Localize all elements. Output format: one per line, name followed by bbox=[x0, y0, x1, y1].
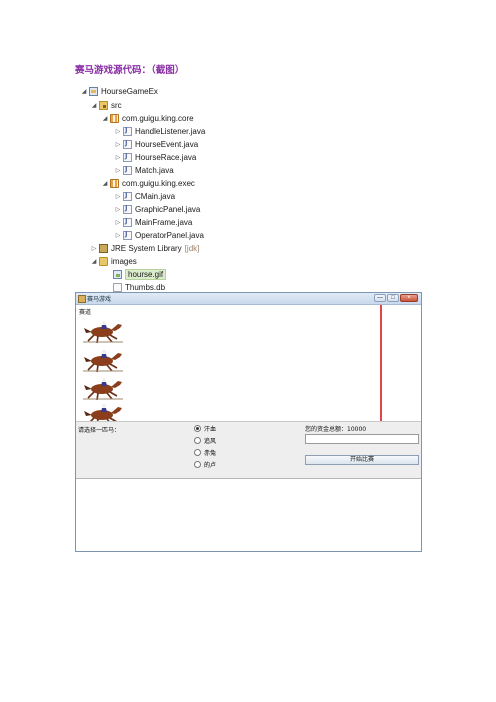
tree-item-label: hourse.gif bbox=[125, 268, 167, 280]
expand-arrow-icon[interactable]: ◢ bbox=[101, 180, 109, 187]
race-track: 赛道 bbox=[76, 305, 421, 427]
image-file-icon bbox=[113, 269, 122, 279]
expand-arrow-icon[interactable]: ◢ bbox=[90, 102, 98, 109]
tree-item-label: com.guigu.king.core bbox=[122, 113, 194, 123]
collapse-arrow-icon[interactable]: ▷ bbox=[114, 206, 122, 213]
tree-item-file[interactable]: ▷ HandleListener.java bbox=[114, 125, 205, 137]
close-button[interactable]: × bbox=[400, 294, 418, 302]
balance-label: 您的资金总额：10000 bbox=[305, 426, 367, 433]
package-icon bbox=[110, 178, 119, 188]
collapse-arrow-icon[interactable]: ▷ bbox=[114, 167, 122, 174]
tree-item-label: MainFrame.java bbox=[135, 217, 193, 227]
tree-item-label: src bbox=[111, 100, 122, 110]
library-icon bbox=[99, 243, 108, 253]
tree-item-file[interactable]: ▷ CMain.java bbox=[114, 190, 175, 202]
tree-item-label: OperatorPanel.java bbox=[135, 230, 204, 240]
tree-item-package-core[interactable]: ◢ com.guigu.king.core bbox=[101, 112, 194, 124]
collapse-arrow-icon[interactable]: ▷ bbox=[114, 219, 122, 226]
tree-item-label: Match.java bbox=[135, 165, 174, 175]
tree-item-label: JRE System Library bbox=[111, 243, 182, 253]
track-label: 赛道 bbox=[79, 309, 92, 316]
tree-item-file-selected[interactable]: hourse.gif bbox=[112, 268, 167, 280]
radio-label: 追风 bbox=[204, 438, 217, 445]
tree-item-label: HourseEvent.java bbox=[135, 139, 199, 149]
expand-arrow-icon[interactable]: ◢ bbox=[101, 115, 109, 122]
horse-radio-option[interactable]: 赤兔 bbox=[194, 448, 216, 457]
window-titlebar[interactable]: 赛马游戏 — □ × bbox=[76, 293, 421, 305]
tree-item-label: CMain.java bbox=[135, 191, 176, 201]
java-file-icon bbox=[123, 165, 132, 175]
radio-label: 汗血 bbox=[204, 426, 217, 433]
minimize-button[interactable]: — bbox=[374, 294, 386, 302]
tree-item-file[interactable]: ▷ MainFrame.java bbox=[114, 216, 192, 228]
tree-item-package-exec[interactable]: ◢ com.guigu.king.exec bbox=[101, 177, 195, 189]
file-icon bbox=[113, 282, 122, 292]
tree-item-images[interactable]: ◢ images bbox=[90, 255, 137, 267]
horse-icon bbox=[83, 321, 123, 344]
finish-line bbox=[380, 305, 382, 421]
radio-label: 赤兔 bbox=[204, 450, 217, 457]
tree-item-file[interactable]: ▷ HourseRace.java bbox=[114, 151, 196, 163]
horse-radio-option[interactable]: 追风 bbox=[194, 436, 216, 445]
app-icon bbox=[78, 295, 86, 303]
tree-item-file[interactable]: ▷ HourseEvent.java bbox=[114, 138, 198, 150]
tree-item-file[interactable]: ▷ Match.java bbox=[114, 164, 174, 176]
radio-selected-icon[interactable] bbox=[194, 425, 201, 432]
tree-item-file[interactable]: ▷ OperatorPanel.java bbox=[114, 229, 204, 241]
folder-icon bbox=[99, 256, 108, 266]
tree-item-label: images bbox=[111, 256, 137, 266]
tree-item-label: HourseRace.java bbox=[135, 152, 197, 162]
jdk-tag: [jdk] bbox=[184, 243, 200, 253]
tree-item-src[interactable]: ◢ src bbox=[90, 99, 122, 111]
tree-item-label: com.guigu.king.exec bbox=[122, 178, 195, 188]
start-race-button[interactable]: 开始比赛 bbox=[305, 455, 419, 465]
expand-arrow-icon[interactable]: ◢ bbox=[90, 258, 98, 265]
package-icon bbox=[110, 113, 119, 123]
java-file-icon bbox=[123, 204, 132, 214]
horse-radio-option[interactable]: 汗血 bbox=[194, 424, 216, 433]
radio-icon[interactable] bbox=[194, 437, 201, 444]
tree-item-jre-library[interactable]: ▷ JRE System Library [jdk] bbox=[90, 242, 199, 254]
horse-icon bbox=[83, 378, 123, 401]
java-file-icon bbox=[123, 152, 132, 162]
collapse-arrow-icon[interactable]: ▷ bbox=[114, 232, 122, 239]
operator-panel: 请选择一匹马： 汗血 追风 赤兔 的卢 您的资金总额：10000 开始比赛 bbox=[76, 422, 421, 479]
tree-item-label: HourseGameEx bbox=[101, 86, 158, 96]
java-file-icon bbox=[123, 191, 132, 201]
bet-amount-input[interactable] bbox=[305, 434, 419, 444]
expand-arrow-icon[interactable]: ◢ bbox=[80, 88, 88, 95]
collapse-arrow-icon[interactable]: ▷ bbox=[90, 245, 98, 252]
tree-item-label: HandleListener.java bbox=[135, 126, 206, 136]
tree-item-project[interactable]: ◢ HourseGameEx bbox=[80, 85, 158, 97]
collapse-arrow-icon[interactable]: ▷ bbox=[114, 154, 122, 161]
package-explorer-tree: ◢ HourseGameEx ◢ src ◢ com.guigu.king.co… bbox=[0, 0, 496, 300]
collapse-arrow-icon[interactable]: ▷ bbox=[114, 141, 122, 148]
java-file-icon bbox=[123, 139, 132, 149]
java-file-icon bbox=[123, 217, 132, 227]
tree-item-file[interactable]: ▷ GraphicPanel.java bbox=[114, 203, 200, 215]
radio-icon[interactable] bbox=[194, 449, 201, 456]
java-project-icon bbox=[89, 86, 98, 96]
output-area bbox=[76, 479, 421, 551]
collapse-arrow-icon[interactable]: ▷ bbox=[114, 128, 122, 135]
java-file-icon bbox=[123, 230, 132, 240]
horse-icon bbox=[83, 350, 123, 373]
choose-horse-label: 请选择一匹马： bbox=[78, 427, 121, 434]
horse-radio-option[interactable]: 的卢 bbox=[194, 460, 216, 469]
maximize-button[interactable]: □ bbox=[387, 294, 399, 302]
source-folder-icon bbox=[99, 100, 108, 110]
tree-item-label: GraphicPanel.java bbox=[135, 204, 201, 214]
window-title: 赛马游戏 bbox=[87, 296, 112, 303]
game-window: 赛马游戏 — □ × 赛道 请选择一匹马： 汗血 追风 赤兔 的卢 您的资金总额… bbox=[75, 292, 422, 552]
radio-label: 的卢 bbox=[204, 462, 217, 469]
radio-icon[interactable] bbox=[194, 461, 201, 468]
tree-item-label: Thumbs.db bbox=[125, 282, 166, 292]
java-file-icon bbox=[123, 126, 132, 136]
collapse-arrow-icon[interactable]: ▷ bbox=[114, 193, 122, 200]
